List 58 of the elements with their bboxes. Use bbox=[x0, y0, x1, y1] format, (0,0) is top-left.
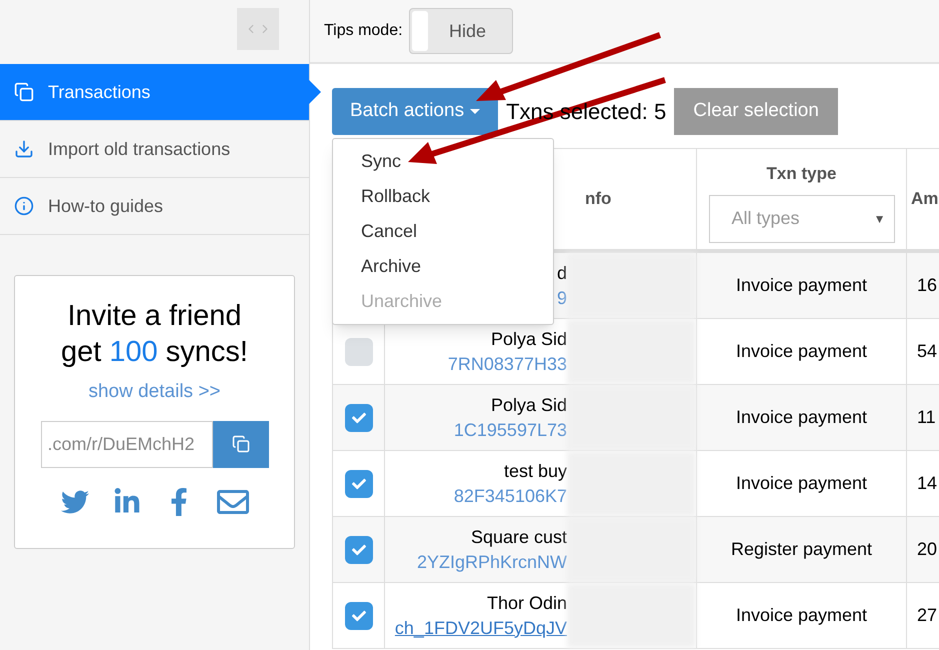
download-icon bbox=[14, 139, 34, 159]
amount-cell-text: 14 bbox=[916, 472, 938, 495]
info-icon bbox=[14, 196, 34, 216]
header-cell-text: Am bbox=[910, 188, 939, 210]
invite-title: Invite a friend get 100 syncs! bbox=[60, 299, 248, 370]
header-cell: Txn type All types ▼ bbox=[697, 149, 907, 249]
check-icon bbox=[352, 608, 366, 622]
show-details-link[interactable]: show details >> bbox=[88, 378, 221, 406]
check-icon bbox=[352, 410, 366, 424]
tips-mode-toggle[interactable]: Hide bbox=[408, 8, 513, 54]
txn-type-cell: Invoice payment bbox=[697, 319, 907, 384]
amount-cell-text: 11 bbox=[916, 406, 937, 429]
documents-icon bbox=[14, 82, 34, 102]
txn-type-cell: Invoice payment bbox=[697, 253, 907, 318]
caret-icon bbox=[470, 109, 480, 114]
dropdown-arrow-icon: ▼ bbox=[874, 210, 886, 228]
transaction-id-link[interactable]: 2YZIgRPhKrcnNW bbox=[416, 550, 567, 574]
twitter-icon[interactable] bbox=[60, 488, 88, 516]
customer-name: Polya Sid bbox=[490, 394, 567, 417]
row-checkbox[interactable] bbox=[344, 536, 372, 564]
txn-type-select[interactable]: All types ▼ bbox=[708, 194, 894, 242]
check-icon bbox=[352, 542, 366, 556]
transaction-id-link[interactable]: ch_1FDV2UF5yDqJV bbox=[394, 616, 567, 640]
amount-cell-text: 54 bbox=[916, 340, 938, 363]
linkedin-icon[interactable] bbox=[112, 488, 140, 516]
row-checkbox[interactable] bbox=[344, 602, 372, 630]
customer-name: Square cust bbox=[470, 526, 567, 549]
transaction-id-link[interactable]: 7RN08377H33 bbox=[448, 352, 567, 376]
row-checkbox[interactable] bbox=[344, 338, 372, 366]
txn-type-cell: Invoice payment bbox=[697, 385, 907, 450]
transaction-id-link[interactable]: 82F345106K7 bbox=[454, 484, 567, 508]
amount-cell-text: 20 bbox=[916, 538, 938, 561]
sidebar-item[interactable]: Import old transactions bbox=[0, 121, 309, 178]
referral-link-field[interactable]: .com/r/DuEMchH2 bbox=[40, 420, 212, 468]
amount-cell-text: 16 bbox=[916, 274, 938, 297]
transaction-id-link[interactable]: 1C195597L73 bbox=[454, 418, 567, 442]
menu-item[interactable]: Archive bbox=[333, 249, 553, 284]
amount-cell-text: 27 bbox=[916, 604, 938, 627]
customer-name: Polya Sid bbox=[490, 328, 567, 351]
check-icon bbox=[352, 476, 366, 490]
customer-name: d bbox=[556, 262, 567, 284]
copy-icon bbox=[232, 435, 250, 453]
clear-selection-button[interactable]: Clear selection bbox=[674, 88, 838, 135]
customer-name: test buy bbox=[504, 460, 567, 483]
customer-name: Thor Odin bbox=[486, 592, 567, 614]
row-checkbox[interactable] bbox=[344, 470, 372, 498]
txn-type-cell: Register payment bbox=[697, 517, 907, 582]
txn-type-cell: Invoice payment bbox=[697, 583, 907, 648]
transaction-id-link[interactable]: 9 bbox=[556, 286, 567, 310]
sidebar-item[interactable]: How-to guides bbox=[0, 178, 309, 235]
tips-mode-label: Tips mode: bbox=[324, 21, 403, 41]
sidebar-item[interactable]: Transactions bbox=[0, 64, 309, 121]
sidebar-collapse-toggle[interactable] bbox=[237, 8, 279, 50]
row-checkbox[interactable] bbox=[344, 404, 372, 432]
copy-button[interactable] bbox=[212, 420, 268, 468]
txn-type-cell: Invoice payment bbox=[697, 451, 907, 516]
selected-count: Txns selected: 5 bbox=[506, 98, 666, 126]
batch-actions-button[interactable]: Batch actions bbox=[332, 88, 498, 135]
